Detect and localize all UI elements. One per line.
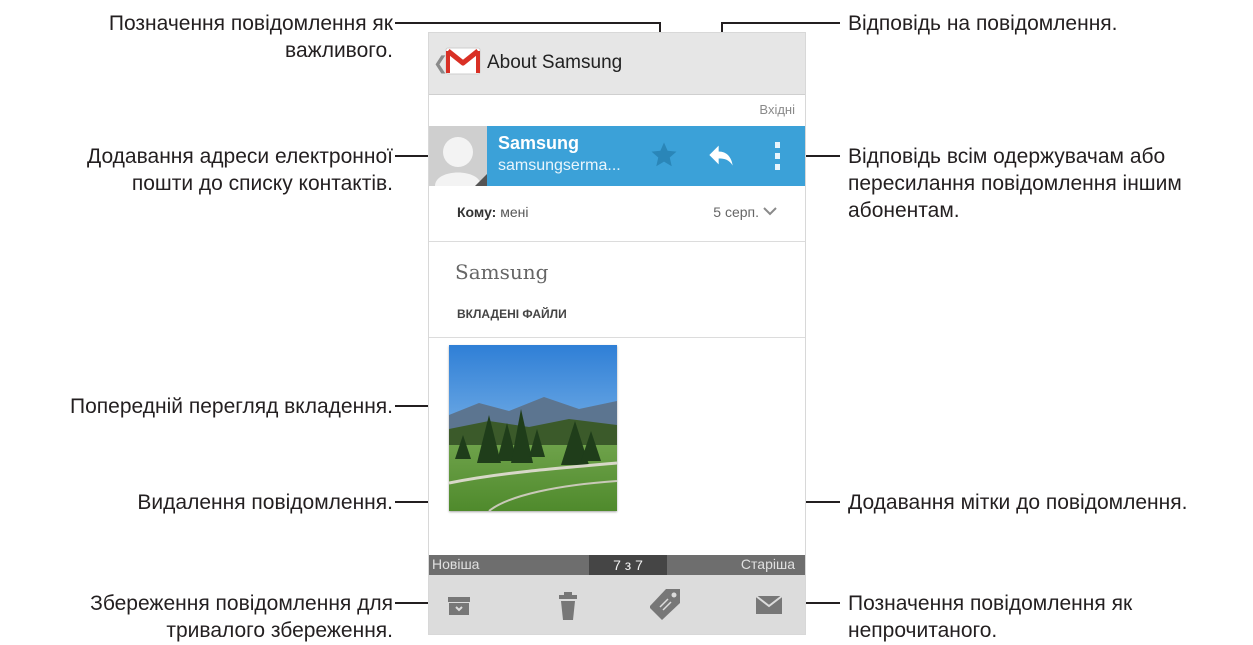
callout-star-line [395, 22, 661, 24]
label-tag-icon[interactable] [650, 587, 682, 621]
phone-screen: ❮ About Samsung Вхідні Samsung samsungse… [428, 32, 806, 635]
sender-name: Samsung [498, 133, 580, 153]
sender-header: Samsung samsungserma... [429, 126, 805, 186]
sender-email: samsungserma... [498, 157, 621, 174]
callout-star: Позначення повідомлення як важливого. [108, 12, 393, 62]
callout-unread: Позначення повідомлення як непрочитаного… [848, 592, 1133, 642]
callout-preview: Попередній перегляд вкладення. [70, 395, 393, 418]
pager-position: 7 з 7 [589, 555, 667, 575]
older-button[interactable]: Старіша [741, 556, 795, 572]
message-date: 5 серп. [713, 204, 759, 220]
mark-unread-icon[interactable] [755, 594, 783, 616]
newer-button[interactable]: Новіша [432, 556, 479, 572]
divider [429, 337, 805, 338]
recipient-row[interactable]: Кому: мені 5 серп. [429, 186, 805, 242]
chevron-down-icon[interactable] [763, 206, 777, 216]
to-label: Кому: [457, 204, 497, 220]
recipient-text: Кому: мені [457, 204, 529, 220]
trash-icon[interactable] [557, 591, 579, 621]
gmail-icon[interactable] [445, 47, 481, 75]
callout-reply-line [722, 22, 840, 24]
callout-label: Додавання мітки до повідомлення. [848, 491, 1188, 514]
callout-add-contact: Додавання адреси електронної пошти до сп… [87, 145, 393, 195]
attachments-header: ВКЛАДЕНІ ФАЙЛИ [457, 307, 567, 321]
folder-label: Вхідні [759, 102, 795, 117]
bottom-action-bar [429, 575, 805, 634]
callout-more: Відповідь всім одержувачам або пересилан… [848, 145, 1182, 222]
callout-archive: Збереження повідомлення для тривалого зб… [90, 592, 393, 642]
message-subject: Samsung [455, 260, 549, 284]
reply-icon[interactable] [707, 142, 735, 168]
overflow-menu-icon[interactable] [773, 140, 783, 172]
to-value: мені [500, 204, 529, 220]
app-title: About Samsung [487, 52, 623, 73]
attachment-preview[interactable] [449, 345, 617, 511]
contact-avatar-icon[interactable] [429, 126, 487, 186]
callout-delete: Видалення повідомлення. [137, 491, 393, 514]
message-pager: Новіша 7 з 7 Старіша [429, 555, 805, 575]
star-icon[interactable] [649, 140, 679, 170]
sender-band: Samsung samsungserma... [487, 126, 805, 186]
callout-reply: Відповідь на повідомлення. [848, 12, 1118, 35]
action-bar: ❮ About Samsung [429, 33, 805, 95]
archive-icon[interactable] [446, 595, 472, 617]
